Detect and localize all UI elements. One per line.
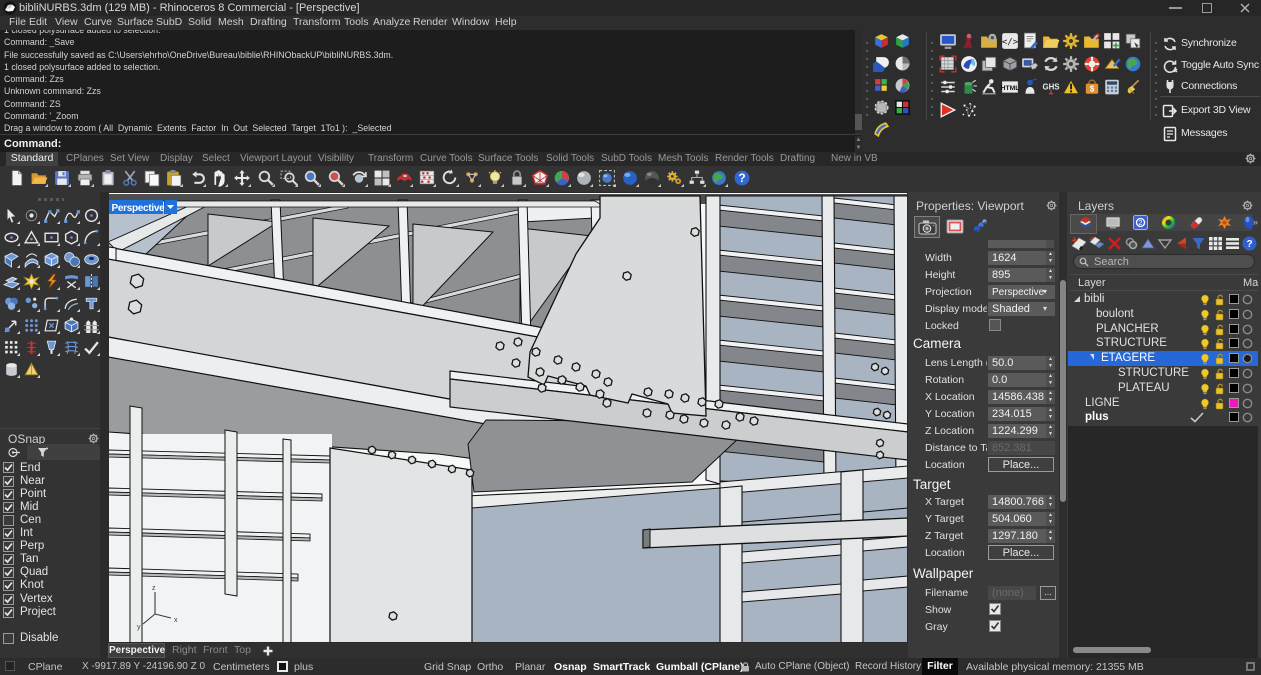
svg-text:?: ?	[1246, 239, 1252, 250]
svg-text:Perspective: Perspective	[112, 203, 166, 214]
svg-text:x: x	[174, 617, 178, 624]
svg-text:z: z	[152, 585, 156, 592]
svg-text:HTML: HTML	[1001, 85, 1019, 92]
svg-text:$: $	[1089, 85, 1094, 94]
svg-text:y: y	[137, 624, 141, 631]
svg-text:GHS: GHS	[1042, 82, 1059, 91]
svg-text:2: 2	[1139, 220, 1143, 227]
svg-text:?: ?	[738, 172, 745, 185]
svg-text:</>: </>	[1001, 37, 1018, 47]
